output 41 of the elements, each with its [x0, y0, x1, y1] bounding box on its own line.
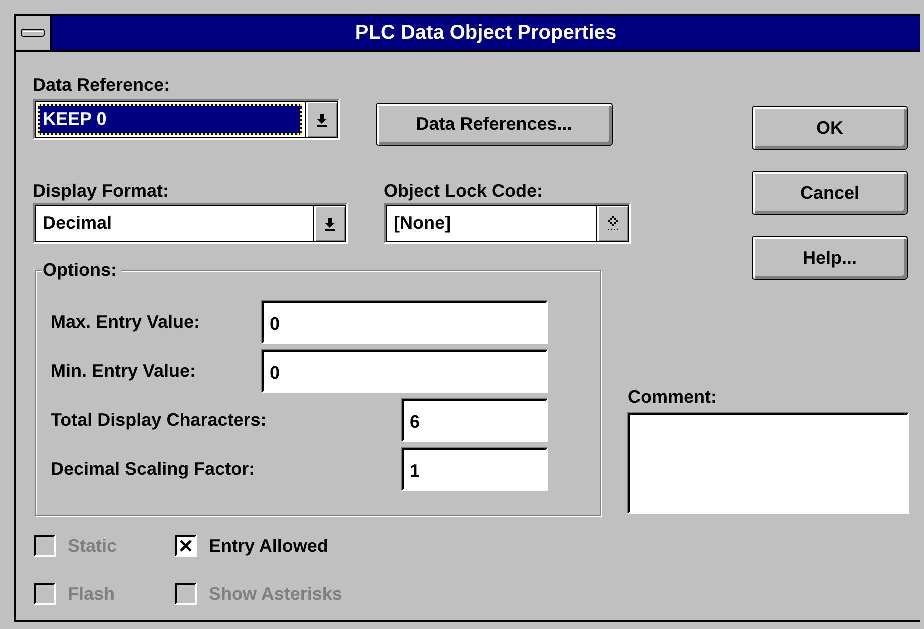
system-menu-button[interactable]	[16, 16, 52, 50]
dropdown-button[interactable]	[313, 205, 346, 242]
checkbox-label: Static	[68, 536, 118, 556]
help-button[interactable]: Help...	[752, 236, 908, 280]
field-label: Object Lock Code:	[384, 180, 544, 202]
field-label: Max. Entry Value:	[51, 312, 202, 333]
ok-button[interactable]: OK	[752, 106, 908, 150]
field-label: Min. Entry Value:	[51, 361, 198, 382]
checkbox-label: Flash	[68, 584, 116, 604]
field-value: [None]	[393, 212, 452, 235]
checkbox-label: Entry Allowed	[209, 536, 328, 556]
field-label: Display Format:	[33, 180, 170, 202]
field-value: 1	[410, 461, 420, 482]
field-label: Decimal Scaling Factor:	[51, 459, 256, 480]
dropdown[interactable]: Decimal	[33, 203, 348, 244]
field-value: 0	[270, 314, 280, 335]
field-value: Decimal	[42, 212, 114, 235]
dropdown-button[interactable]	[304, 101, 338, 138]
dropdown[interactable]: KEEP 0	[33, 99, 340, 140]
window-title: PLC Data Object Properties	[354, 21, 618, 46]
spin-button[interactable]	[596, 205, 629, 242]
field-value: 6	[410, 412, 420, 433]
down-arrow-icon	[316, 112, 328, 126]
field-label: Data Reference:	[33, 74, 172, 96]
comment-field[interactable]	[628, 413, 909, 514]
lock-code-field[interactable]: [None]	[384, 203, 631, 244]
input-field[interactable]: 1	[402, 448, 548, 491]
minus-icon	[21, 29, 45, 37]
field-label: Total Display Characters:	[51, 410, 268, 431]
field-value: KEEP 0	[38, 104, 302, 135]
x-mark-icon	[179, 539, 193, 553]
input-field[interactable]: 0	[262, 301, 548, 344]
field-value: 0	[270, 363, 280, 384]
field-label: Comment:	[628, 386, 718, 408]
input-field[interactable]: 6	[402, 399, 548, 442]
input-field[interactable]: 0	[262, 350, 548, 393]
checkbox[interactable]	[175, 535, 197, 557]
data-references-button[interactable]: Data References...	[376, 103, 613, 146]
checkbox-label: Show Asterisks	[209, 584, 342, 604]
down-arrow-icon	[324, 216, 336, 230]
cancel-button[interactable]: Cancel	[752, 171, 908, 215]
